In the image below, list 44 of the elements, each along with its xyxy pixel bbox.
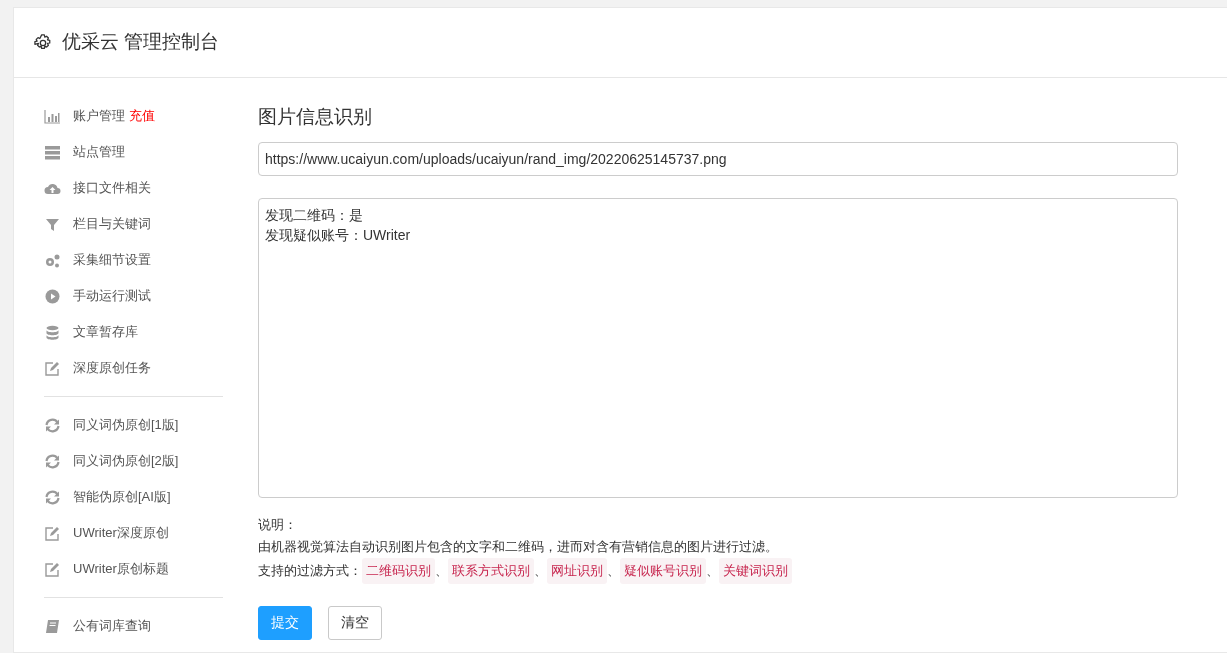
sidebar-item[interactable]: 文章暂存库: [44, 314, 223, 350]
edit-icon: [44, 360, 61, 376]
separator-text: 、: [607, 561, 620, 580]
url-field[interactable]: https://www.ucaiyun.com/uploads/ucaiyun/rand_img/20220625145737.png: [258, 141, 1178, 176]
filter-tag: 关键词识别: [719, 557, 792, 584]
edit-icon: [44, 525, 61, 541]
separator-text: 、: [435, 561, 448, 580]
filter-tag: 联系方式识别: [448, 557, 534, 584]
sidebar-item[interactable]: 同义词伪原创[2版]: [44, 443, 223, 479]
edit-icon: [44, 561, 61, 577]
sidebar-item[interactable]: 深度原创任务: [44, 350, 223, 386]
server-icon: [44, 144, 61, 160]
refresh-icon: [44, 417, 61, 433]
sidebar-item[interactable]: 站点管理: [44, 134, 223, 170]
filter-tag: 疑似账号识别: [620, 557, 706, 584]
section-title: 图片信息识别: [258, 106, 373, 129]
play-icon: [44, 288, 61, 304]
settings-icon: [34, 33, 52, 52]
sidebar-item[interactable]: UWriter深度原创: [44, 515, 223, 551]
refresh-icon: [44, 489, 61, 505]
sidebar-item[interactable]: 栏目与关键词: [44, 206, 223, 242]
sidebar-item[interactable]: 公有词库查询: [44, 608, 223, 644]
filter-tag: 网址识别: [547, 557, 607, 584]
sidebar-item[interactable]: 手动运行测试: [44, 278, 223, 314]
description-text: 由机器视觉算法自动识别图片包含的文字和二维码，进而对含有营销信息的图片进行过滤。: [258, 537, 779, 556]
sidebar-item[interactable]: 采集细节设置: [44, 242, 223, 278]
console-title: 优采云 管理控制台: [62, 30, 220, 55]
separator-text: 、: [706, 561, 719, 580]
sidebar-item[interactable]: 账户管理 充值: [44, 98, 223, 134]
clear-button[interactable]: 清空: [328, 605, 382, 640]
database-icon: [44, 324, 61, 340]
result-box[interactable]: 发现二维码：是 发现疑似账号：UWriter: [258, 197, 1178, 498]
book-icon: [44, 618, 61, 634]
filter-tag: 二维码识别: [362, 557, 435, 584]
sidebar-item[interactable]: UWriter原创标题: [44, 551, 223, 587]
sidebar-item[interactable]: 智能伪原创[AI版]: [44, 479, 223, 515]
filters-label: 支持的过滤方式：: [258, 561, 362, 580]
bar-chart-icon: [44, 108, 61, 124]
sidebar-item[interactable]: 同义词伪原创[1版]: [44, 407, 223, 443]
sidebar-item[interactable]: 接口文件相关: [44, 170, 223, 206]
refresh-icon: [44, 453, 61, 469]
notes-heading: 说明：: [258, 515, 298, 534]
separator-text: 、: [534, 561, 547, 580]
filter-icon: [44, 216, 61, 232]
